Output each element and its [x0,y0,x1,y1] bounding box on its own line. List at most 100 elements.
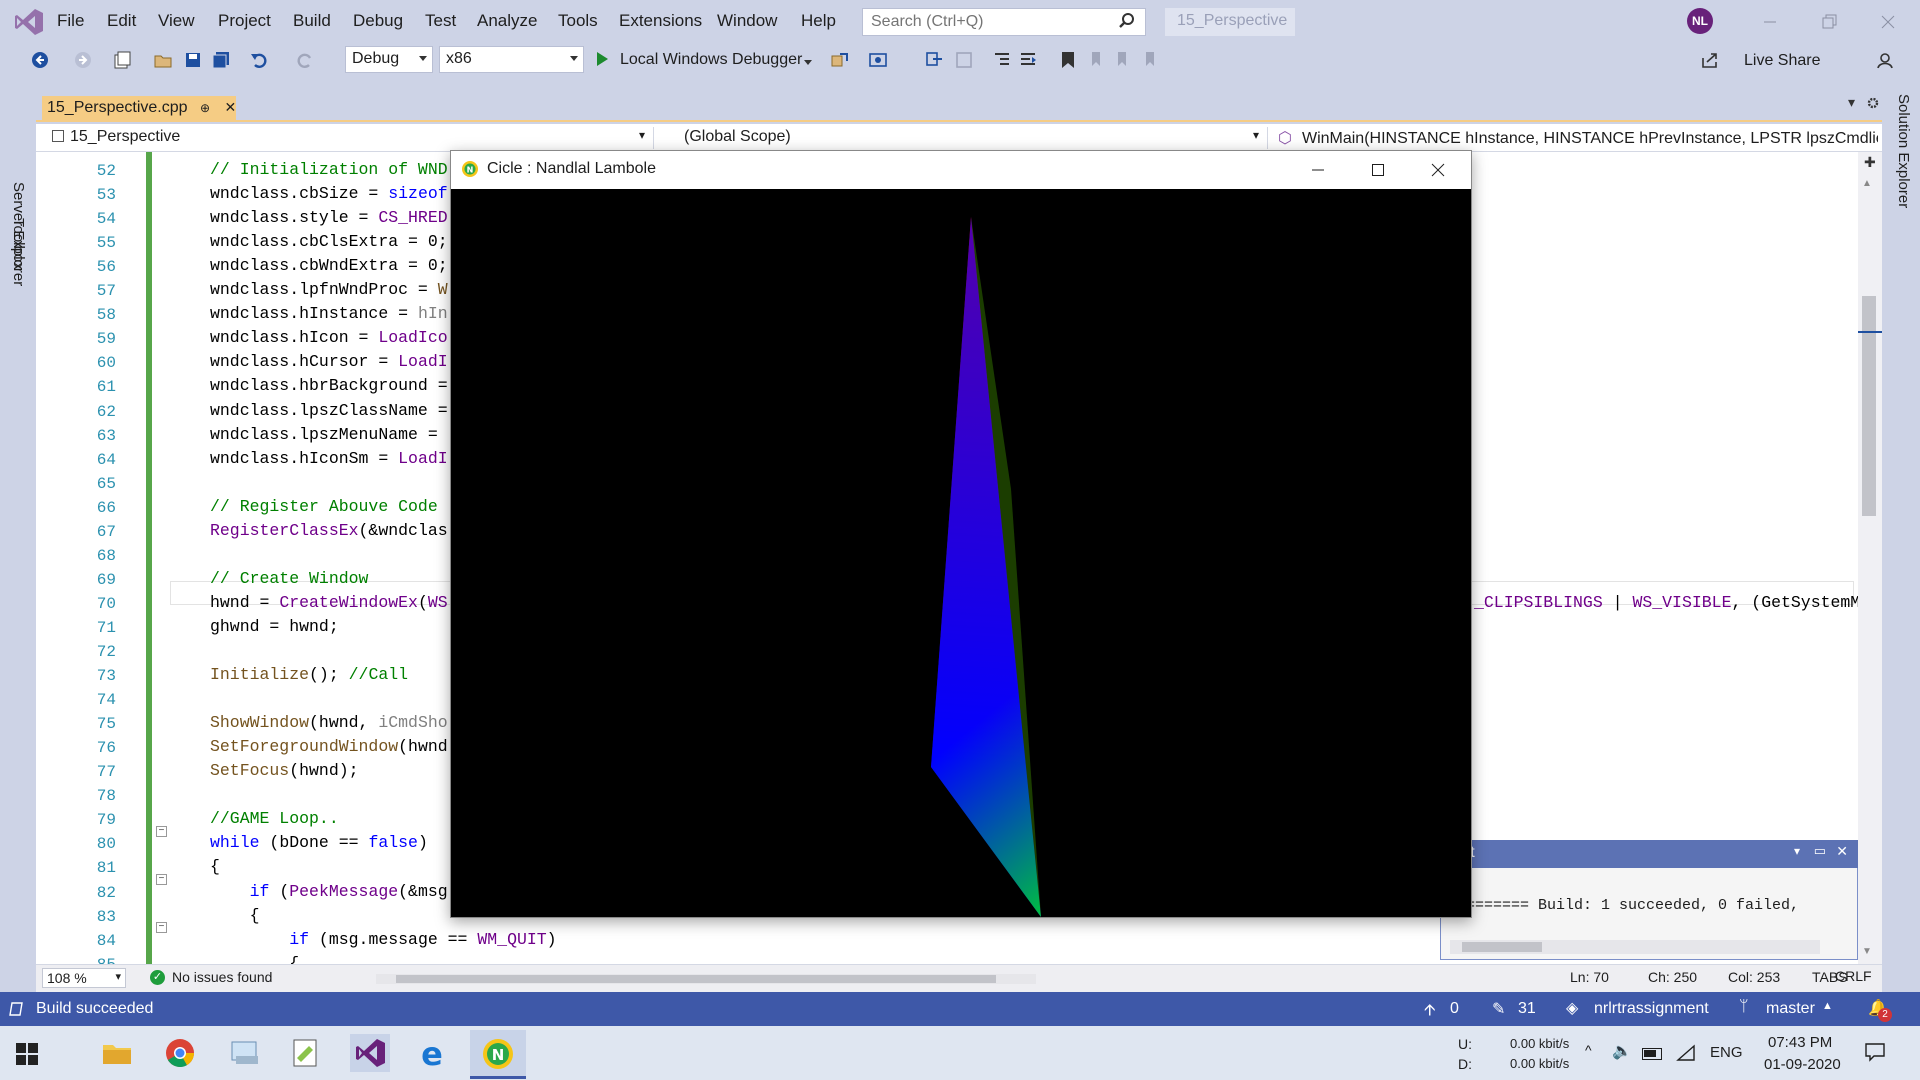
menu-debug[interactable]: Debug [353,11,403,31]
zoom-select[interactable]: 108 % ▾ [42,968,126,988]
menu-window[interactable]: Window [717,11,777,31]
scope-dropdown[interactable]: (Global Scope) ▾ [664,127,1268,149]
output-hscrollbar[interactable] [1450,940,1820,954]
bookmark-icon[interactable] [1058,50,1078,70]
pending-changes-count[interactable]: 31 [1518,1000,1536,1018]
live-share-button[interactable]: Live Share [1744,52,1821,70]
menu-edit[interactable]: Edit [107,11,136,31]
action-center-icon[interactable] [1864,1042,1886,1062]
menu-build[interactable]: Build [293,11,331,31]
next-bookmark-icon[interactable] [1112,50,1132,70]
redo-icon[interactable] [295,50,315,70]
undo-icon[interactable] [249,50,269,70]
render-canvas[interactable] [451,189,1471,917]
visual-studio-logo-icon[interactable] [14,8,44,36]
repository-icon[interactable]: ◈ [1566,998,1578,1018]
screenshot-icon[interactable] [868,50,888,70]
push-count[interactable]: 0 [1450,1000,1459,1018]
save-icon[interactable] [183,50,203,70]
start-debugging-icon[interactable] [597,52,608,66]
clock-time[interactable]: 07:43 PM [1768,1034,1832,1051]
repository-name[interactable]: nrlrtrassignment [1594,1000,1709,1018]
clear-bookmarks-icon[interactable] [1140,50,1160,70]
maximize-icon[interactable]: ▭ [1814,843,1826,859]
horizontal-scrollbar[interactable] [376,974,1036,984]
minimize-icon[interactable] [1758,10,1782,34]
char-indicator[interactable]: Ch: 250 [1648,969,1697,985]
navigate-back-icon[interactable] [30,50,50,70]
windows-start-icon[interactable] [16,1043,38,1065]
restore-icon[interactable] [1817,10,1841,34]
search-icon[interactable] [1118,12,1136,30]
menu-tools[interactable]: Tools [558,11,598,31]
menu-help[interactable]: Help [801,11,836,31]
platform-select[interactable]: x86 [439,46,584,73]
start-debugging-button[interactable]: Local Windows Debugger [620,51,802,69]
vertical-scrollbar[interactable]: ✚ ▲ ▼ [1858,152,1882,964]
collapse-icon[interactable]: − [156,922,167,933]
tab-dropdown-icon[interactable]: ▾ [1848,94,1855,111]
chevron-down-icon[interactable]: ▾ [1794,844,1800,858]
pencil-icon[interactable]: ✎ [1492,999,1505,1019]
menu-analyze[interactable]: Analyze [477,11,537,31]
open-file-icon[interactable] [153,50,173,70]
menu-extensions[interactable]: Extensions [619,11,702,31]
close-icon[interactable]: ✕ [1836,843,1848,860]
column-indicator[interactable]: Col: 253 [1728,969,1780,985]
feedback-icon[interactable] [1875,50,1895,70]
visual-studio-taskbar-icon[interactable] [350,1034,390,1072]
minimize-icon[interactable] [1308,160,1328,180]
member-dropdown[interactable]: ⬡ WinMain(HINSTANCE hInstance, HINSTANCE … [1272,127,1878,149]
control-panel-icon[interactable] [228,1036,262,1070]
line-ending[interactable]: CRLF [1835,968,1872,984]
scrollbar-thumb[interactable] [1462,942,1542,952]
step-into-icon[interactable] [924,50,944,70]
collapse-icon[interactable]: − [156,826,167,837]
search-input[interactable] [862,8,1146,36]
split-icon[interactable]: ✚ [1864,154,1876,171]
edge-icon[interactable]: e [415,1036,449,1070]
solution-explorer-tab[interactable]: Solution Explorer [1895,94,1912,208]
new-project-icon[interactable] [112,50,132,70]
push-icon[interactable]: 🡩 [1424,999,1436,1026]
clock-date[interactable]: 01-09-2020 [1764,1056,1841,1073]
battery-icon[interactable] [1642,1048,1662,1060]
attach-process-icon[interactable] [830,50,850,70]
chevron-up-icon[interactable]: ^ [1585,1042,1592,1058]
navigate-forward-icon[interactable] [73,50,93,70]
outdent-icon[interactable] [992,50,1012,70]
menu-test[interactable]: Test [425,11,456,31]
close-icon[interactable] [1876,10,1900,34]
pin-icon[interactable]: ⊕ [200,101,210,115]
file-explorer-icon[interactable] [100,1036,134,1070]
maximize-icon[interactable] [1368,160,1388,180]
volume-icon[interactable]: 🔈 [1612,1041,1632,1061]
issues-status[interactable]: No issues found [172,969,272,985]
indent-icon[interactable] [1018,50,1038,70]
prev-bookmark-icon[interactable] [1086,50,1106,70]
configuration-select[interactable]: Debug [345,46,433,73]
running-app-taskbar-icon[interactable]: N [470,1030,526,1078]
step-over-icon[interactable] [954,50,974,70]
chevron-down-icon[interactable] [804,60,812,65]
line-indicator[interactable]: Ln: 70 [1570,969,1609,985]
document-tab[interactable]: 15_Perspective.cpp ⊕ ✕ [42,96,236,122]
collapse-icon[interactable]: − [156,874,167,885]
scroll-up-icon[interactable]: ▲ [1862,178,1872,189]
input-language[interactable]: ENG [1710,1044,1743,1061]
scrollbar-thumb[interactable] [396,975,996,983]
chrome-icon[interactable] [163,1036,197,1070]
project-dropdown[interactable]: 15_Perspective ▾ [46,127,654,149]
user-avatar[interactable]: NL [1687,8,1713,34]
menu-file[interactable]: File [57,11,84,31]
branch-icon[interactable]: ᛘ [1739,998,1749,1016]
settings-gear-icon[interactable] [1866,96,1880,110]
menu-view[interactable]: View [158,11,195,31]
wifi-icon[interactable] [1676,1044,1696,1062]
close-icon[interactable]: ✕ [225,99,237,115]
save-all-icon[interactable] [211,50,231,70]
branch-name[interactable]: master [1766,1000,1815,1018]
menu-project[interactable]: Project [218,11,271,31]
chevron-up-icon[interactable]: ▲ [1822,1000,1833,1012]
scrollbar-thumb[interactable] [1862,296,1876,516]
